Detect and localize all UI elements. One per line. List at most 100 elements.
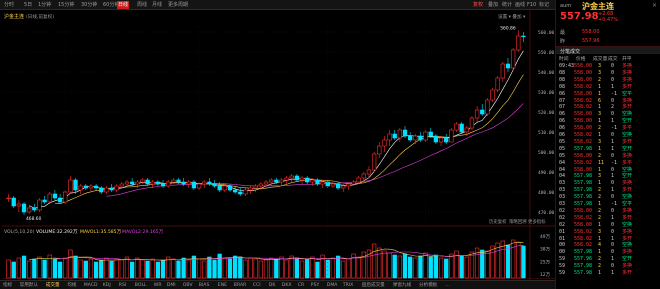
volume-bar[interactable] (176, 260, 181, 279)
volume-bar[interactable] (428, 256, 433, 279)
candle[interactable] (6, 194, 11, 202)
trade-row[interactable]: 09:43 558.00 3 0 多换 (556, 63, 660, 70)
candle[interactable] (83, 184, 88, 190)
volume-bar[interactable] (248, 257, 253, 279)
indicator-tab[interactable]: BIAS (199, 282, 210, 289)
volume-bar[interactable] (119, 259, 124, 279)
volume-bar[interactable] (73, 255, 78, 279)
trade-row[interactable]: 03 557.98 1 -1 空平 (556, 201, 660, 208)
volume-bar[interactable] (93, 261, 99, 279)
volume-bar[interactable] (346, 258, 351, 279)
candle[interactable] (109, 184, 114, 192)
volume-bar[interactable] (413, 257, 418, 279)
trade-row[interactable]: 00 558.02 4 0 空换 (556, 242, 660, 249)
volume-bar[interactable] (510, 239, 516, 279)
trade-row[interactable]: 02 558.00 1 0 空换 (556, 222, 660, 229)
trade-row[interactable]: 08 558.00 2 0 多换 (556, 77, 660, 84)
indicator-tab[interactable]: … (445, 282, 450, 289)
volume-bar[interactable] (454, 250, 459, 279)
period-tab[interactable]: 日线 (117, 1, 130, 9)
candle[interactable] (63, 190, 68, 204)
candle[interactable] (516, 30, 521, 52)
trades-list[interactable]: 09:43 558.00 3 0 多换 08 558.00 3 0 多换 08 558.00 2 0 多换 0… (556, 63, 660, 283)
volume-bar[interactable] (57, 261, 63, 279)
candle[interactable] (294, 174, 300, 182)
volume-bar[interactable] (459, 255, 464, 279)
trade-row[interactable]: 03 557.98 1 0 多换 (556, 180, 660, 187)
trade-row[interactable]: 08 558.00 3 0 多换 (556, 70, 660, 77)
candle[interactable] (469, 116, 475, 130)
candle[interactable] (99, 186, 104, 194)
volume-bar[interactable] (258, 260, 264, 279)
volume-bar[interactable] (160, 259, 166, 279)
period-tab[interactable]: 30分钟 (80, 1, 98, 9)
candle[interactable] (480, 104, 485, 116)
candle[interactable] (521, 32, 526, 42)
volume-bar[interactable] (268, 257, 274, 279)
volume-bar[interactable] (516, 241, 521, 279)
indicator-tab[interactable]: 指标 (3, 282, 12, 289)
volume-bar[interactable] (37, 256, 42, 279)
indicator-tab[interactable]: RSI (119, 282, 126, 289)
candle[interactable] (423, 130, 428, 142)
candle[interactable] (510, 48, 516, 70)
candle[interactable] (114, 184, 119, 192)
indicator-tab[interactable]: 分析模板 (419, 282, 437, 289)
trade-row[interactable]: 04 557.98 3 1 空开 (556, 173, 660, 180)
trade-row[interactable]: 08 558.02 1 1 多开 (556, 84, 660, 91)
candle[interactable] (371, 152, 377, 172)
trade-row[interactable]: 04 558.00 1 0 空换 (556, 167, 660, 174)
volume-bar[interactable] (171, 258, 176, 279)
volume-bar[interactable] (521, 245, 526, 279)
candle[interactable] (202, 180, 207, 188)
candle[interactable] (397, 128, 403, 142)
volume-bar[interactable] (124, 256, 130, 279)
indicator-tab[interactable]: TRIX (343, 282, 354, 289)
volume-bar[interactable] (315, 261, 320, 279)
candle[interactable] (140, 178, 145, 184)
candle[interactable] (305, 176, 310, 184)
trade-row[interactable]: 06 558.00 3 0 空换 (556, 111, 660, 118)
volume-bar[interactable] (186, 259, 191, 279)
candle[interactable] (243, 188, 248, 196)
toolbar-action[interactable]: 复权 (472, 1, 484, 9)
volume-bar[interactable] (299, 260, 305, 279)
volume-bar[interactable] (88, 258, 94, 279)
volume-bar[interactable] (196, 258, 202, 279)
period-tab[interactable]: 1分钟 (37, 1, 52, 9)
volume-bar[interactable] (505, 244, 511, 279)
volume-bar[interactable] (274, 258, 279, 279)
candle[interactable] (93, 184, 99, 190)
volume-bar[interactable] (227, 258, 233, 279)
candle[interactable] (402, 126, 408, 138)
candle[interactable] (485, 98, 490, 116)
candle[interactable] (16, 200, 22, 212)
strategy-label[interactable]: 策略回溯 (509, 218, 527, 225)
volume-bar[interactable] (83, 260, 88, 279)
indicator-tab[interactable]: CCI (253, 282, 261, 289)
indicator-tab[interactable]: WR (154, 282, 162, 289)
candle[interactable] (68, 176, 73, 194)
candle[interactable] (248, 186, 253, 194)
candle[interactable] (232, 186, 238, 194)
chart-settings[interactable]: 设置 ▾ 叠加 ▾ (498, 13, 526, 20)
volume-bar[interactable] (279, 256, 284, 279)
candle[interactable] (408, 132, 413, 142)
volume-bar[interactable] (42, 259, 47, 279)
volume-bar[interactable] (408, 256, 413, 279)
volume-bar[interactable] (335, 255, 341, 279)
more-indicators-label[interactable]: 更多指标 (528, 218, 546, 225)
period-tab[interactable]: 更多周期 (167, 1, 189, 9)
volume-bar[interactable] (438, 257, 444, 279)
volume-bar[interactable] (21, 255, 27, 279)
candle[interactable] (315, 178, 320, 186)
trade-row[interactable]: 05 558.00 2 0 多换 (556, 153, 660, 160)
history-restore-label[interactable]: 历史复权 (489, 218, 507, 225)
candle[interactable] (253, 184, 258, 192)
trade-row[interactable]: 03 557.98 2 1 多开 (556, 187, 660, 194)
indicator-tab[interactable]: DKX (282, 282, 292, 289)
trade-row[interactable]: 06 558.00 2 -1 多平 (556, 125, 660, 132)
volume-bar[interactable] (52, 258, 58, 279)
volume-bar[interactable] (140, 259, 145, 279)
trade-row[interactable]: 59 557.98 2 0 多换 (556, 263, 660, 270)
